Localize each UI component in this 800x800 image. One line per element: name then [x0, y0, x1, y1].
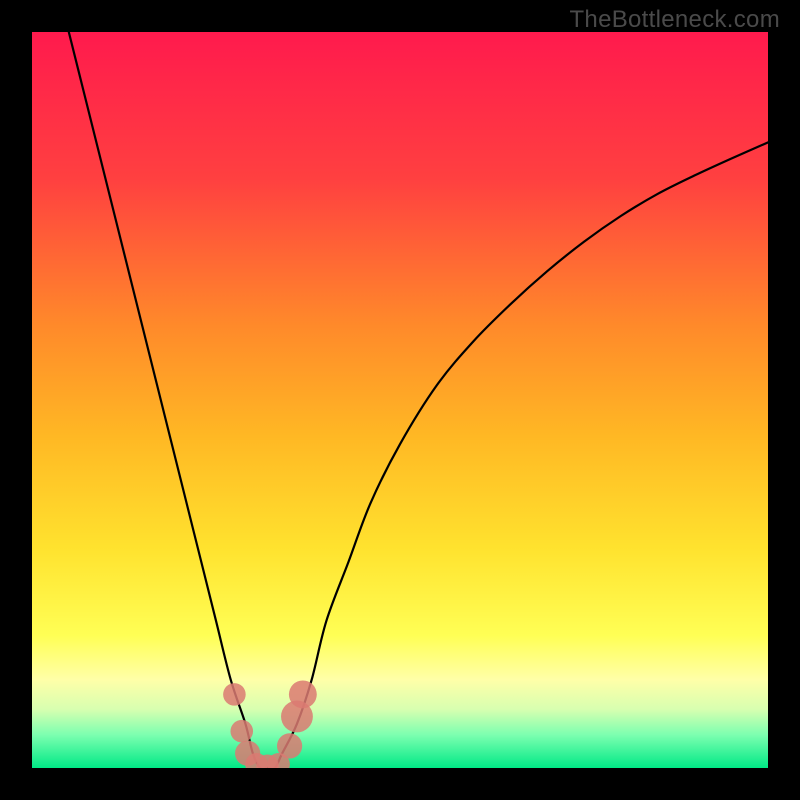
watermark-text: TheBottleneck.com	[569, 6, 780, 34]
chart-frame: TheBottleneck.com	[0, 0, 800, 800]
plot-area	[32, 32, 768, 768]
curve-layer	[32, 32, 768, 768]
bottleneck-curve	[69, 32, 768, 768]
marker-left-mid	[230, 720, 253, 743]
marker-right-low	[277, 733, 302, 758]
data-markers	[223, 680, 317, 768]
marker-left-upper	[223, 683, 246, 706]
marker-right-upper	[289, 680, 317, 708]
